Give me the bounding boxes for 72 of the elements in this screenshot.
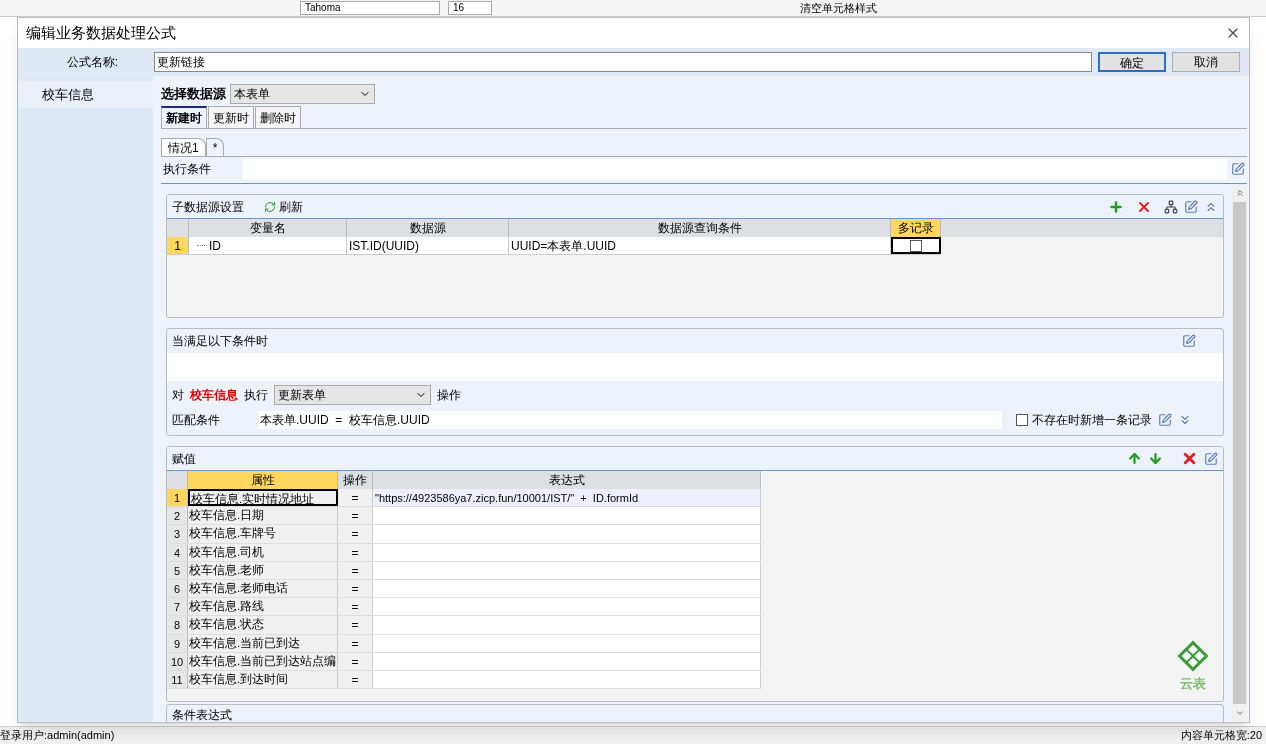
edit-icon[interactable] bbox=[1158, 413, 1172, 427]
operator-cell: = bbox=[338, 525, 373, 543]
panel-title: 条件表达式 bbox=[172, 708, 232, 722]
tab[interactable]: 删除时 bbox=[255, 106, 301, 128]
formula-name-field[interactable]: 更新链接 bbox=[154, 52, 1092, 72]
checkbox[interactable] bbox=[910, 239, 922, 252]
window-title: 编辑业务数据处理公式 bbox=[26, 22, 176, 43]
table-cell-text: ID bbox=[209, 237, 221, 255]
edit-icon[interactable] bbox=[1231, 162, 1245, 176]
delete-icon[interactable] bbox=[1181, 450, 1198, 467]
login-user-text: 登录用户:admin(admin) bbox=[0, 728, 115, 744]
insert-missing-label: 不存在时新增一条记录 bbox=[1032, 412, 1152, 429]
for-label: 对 bbox=[172, 387, 184, 404]
dialog-button[interactable]: 取消 bbox=[1172, 52, 1240, 72]
property-cell: 校车信息.车牌号 bbox=[188, 525, 338, 543]
data-source-select[interactable]: 本表单 bbox=[230, 84, 375, 104]
refresh-icon bbox=[264, 200, 276, 213]
data-source-label: 选择数据源 bbox=[161, 85, 226, 104]
dialog-button[interactable]: 确定 bbox=[1098, 52, 1166, 72]
move-down-icon[interactable] bbox=[1148, 451, 1163, 466]
execute-label: 执行 bbox=[244, 387, 268, 404]
table-cell: UUID=本表单.UUID bbox=[509, 237, 891, 254]
tab[interactable]: 新建时 bbox=[161, 106, 207, 128]
operator-cell: = bbox=[338, 489, 373, 507]
panel-title: 子数据源设置 bbox=[172, 198, 244, 216]
scroll-up-icon[interactable] bbox=[1234, 188, 1245, 198]
panel-title: 赋值 bbox=[172, 450, 196, 468]
row-number: 7 bbox=[167, 598, 188, 616]
scroll-down-icon[interactable] bbox=[1234, 708, 1245, 718]
size-select[interactable]: 16 bbox=[448, 1, 492, 15]
operator-cell: = bbox=[338, 507, 373, 525]
scrollbar[interactable] bbox=[1232, 184, 1247, 722]
match-condition-field[interactable]: 本表单.UUID = 校车信息.UUID bbox=[258, 411, 1002, 429]
edit-icon[interactable] bbox=[1182, 334, 1196, 348]
column-header[interactable]: 属性 bbox=[188, 471, 338, 489]
row-number: 1 bbox=[167, 489, 188, 507]
target-form-text: 校车信息 bbox=[190, 387, 238, 404]
refresh-button[interactable]: 刷新 bbox=[264, 197, 303, 216]
property-cell: 校车信息.实时情况地址 bbox=[188, 489, 338, 507]
formula-name-label: 公式名称: bbox=[65, 54, 119, 71]
exec-condition-label: 执行条件 bbox=[162, 161, 212, 178]
row-number: 2 bbox=[167, 507, 188, 525]
case-tab[interactable]: 情况1 bbox=[161, 138, 206, 156]
row-number: 3 bbox=[167, 525, 188, 543]
add-icon[interactable] bbox=[1108, 198, 1124, 215]
hierarchy-icon[interactable] bbox=[1164, 199, 1178, 214]
edit-icon[interactable] bbox=[1204, 451, 1218, 466]
action-select[interactable]: 更新表单 bbox=[274, 385, 431, 405]
clear-format-button[interactable]: 清空单元格样式 bbox=[800, 0, 877, 17]
cell-width-text: 内容单元格宽:20 bbox=[1180, 728, 1263, 744]
property-cell: 校车信息.日期 bbox=[188, 507, 338, 525]
row-number: 8 bbox=[167, 616, 188, 634]
property-cell: 校车信息.路线 bbox=[188, 598, 338, 616]
font-select[interactable]: Tahoma bbox=[300, 1, 440, 15]
expand-icon[interactable] bbox=[1178, 413, 1192, 427]
operator-cell: = bbox=[338, 598, 373, 616]
tab[interactable]: 更新时 bbox=[208, 106, 254, 128]
panel-title: 当满足以下条件时 bbox=[172, 333, 268, 350]
logo-text: 云表 bbox=[1180, 674, 1206, 693]
column-header[interactable]: 多记录 bbox=[891, 219, 941, 237]
checkbox[interactable] bbox=[1016, 414, 1028, 426]
move-up-icon[interactable] bbox=[1127, 451, 1142, 466]
case-tab[interactable]: * bbox=[205, 138, 225, 156]
row-number: 1 bbox=[167, 237, 189, 254]
table-cell: IST.ID(UUID) bbox=[347, 237, 509, 254]
operation-label: 操作 bbox=[437, 387, 461, 404]
edit-icon[interactable] bbox=[1184, 199, 1198, 214]
sidebar-item[interactable]: 校车信息 bbox=[18, 81, 153, 108]
property-cell: 校车信息.状态 bbox=[188, 616, 338, 634]
match-condition-label: 匹配条件 bbox=[172, 412, 221, 429]
expression-cell: "https://4923586ya7.zicp.fun/10001/IST/" + ID.formId bbox=[375, 492, 639, 504]
operator-cell: = bbox=[338, 616, 373, 634]
